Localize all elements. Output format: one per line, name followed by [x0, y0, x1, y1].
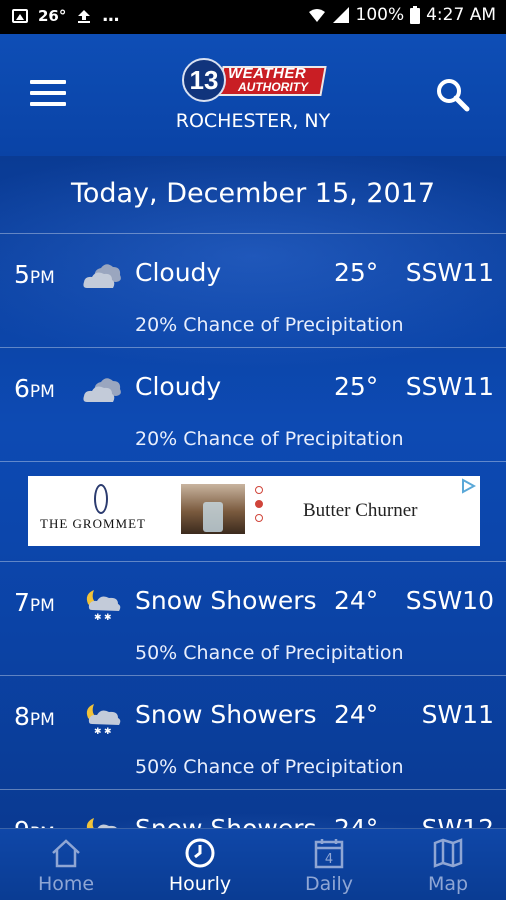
hour-condition: Snow Showers — [135, 700, 317, 729]
cloudy-icon — [83, 264, 121, 288]
svg-text:4: 4 — [325, 852, 333, 867]
hour-wind: SSW11 — [405, 372, 494, 401]
hour-precipitation: 50% Chance of Precipitation — [135, 756, 404, 778]
grommet-logo-icon — [94, 484, 108, 514]
svg-text:✱: ✱ — [104, 613, 112, 622]
hour-row[interactable]: 9PM Snow Showers 24° SW12 — [0, 790, 506, 828]
ad-image-jar — [203, 502, 223, 532]
hour-time: 8PM — [14, 702, 55, 731]
snow-showers-night-icon: ✱ ✱ — [86, 704, 121, 736]
battery-percent: 100% — [355, 5, 405, 25]
ad-carousel-dots — [255, 486, 265, 528]
hour-wind: SSW11 — [405, 258, 494, 287]
date-label: Today, December 15, 2017 — [70, 178, 436, 209]
tab-home[interactable]: Home — [3, 829, 129, 900]
weather-authority-logo: 13 WEATHER AUTHORITY — [182, 58, 327, 104]
status-time: 4:27 AM — [426, 5, 496, 25]
map-icon — [433, 838, 463, 868]
hour-time: 6PM — [14, 374, 55, 403]
hour-time: 5PM — [14, 260, 55, 289]
hour-temperature: 25° — [334, 372, 379, 401]
hourly-forecast-list[interactable]: Today, December 15, 2017 5PM Cloudy 25° … — [0, 156, 506, 828]
hour-wind: SW11 — [421, 700, 494, 729]
search-icon[interactable] — [436, 78, 470, 112]
tab-hourly[interactable]: Hourly — [137, 829, 263, 900]
tab-label: Daily — [304, 873, 354, 895]
snow-showers-night-icon — [86, 818, 117, 828]
tab-label: Home — [37, 873, 95, 895]
hour-wind: SW12 — [422, 814, 494, 828]
hour-temperature: 24° — [334, 700, 379, 729]
signal-icon — [332, 7, 349, 23]
upload-icon — [78, 10, 91, 23]
status-more: … — [102, 6, 120, 26]
svg-text:✱: ✱ — [104, 727, 112, 736]
location-label: ROCHESTER, NY — [175, 110, 331, 132]
adchoices-icon[interactable] — [460, 478, 476, 494]
tab-map[interactable]: Map — [385, 829, 506, 900]
bottom-tab-bar: Home Hourly 4 Daily Map — [0, 828, 506, 900]
ad-brand: THE GROMMET — [40, 516, 146, 531]
tab-label: Map — [427, 873, 469, 895]
hour-row[interactable]: 7PM ✱ ✱ Snow Showers 24° SSW10 50% Chanc… — [0, 562, 506, 676]
hour-row[interactable]: 6PM Cloudy 25° SSW11 20% Chance of Preci… — [0, 348, 506, 462]
snow-showers-night-icon: ✱ ✱ — [86, 590, 121, 622]
svg-text:✱: ✱ — [94, 727, 102, 736]
hour-time: 7PM — [14, 588, 55, 617]
calendar-icon: 4 — [314, 839, 344, 869]
date-header: Today, December 15, 2017 — [0, 156, 506, 234]
ad-banner[interactable]: THE GROMMET Butter Churner — [28, 476, 480, 546]
hamburger-menu-icon[interactable] — [30, 80, 66, 108]
hour-precipitation: 50% Chance of Precipitation — [135, 642, 404, 664]
clock-icon — [185, 838, 215, 868]
hour-precipitation: 20% Chance of Precipitation — [135, 314, 404, 336]
wifi-icon — [308, 9, 325, 22]
hour-time: 9PM — [14, 816, 55, 828]
tab-label: Hourly — [168, 873, 232, 895]
hour-row[interactable]: 8PM ✱ ✱ Snow Showers 24° SW11 50% Chance… — [0, 676, 506, 790]
hour-precipitation: 20% Chance of Precipitation — [135, 428, 404, 450]
svg-text:✱: ✱ — [94, 613, 102, 622]
hour-temperature: 24° — [334, 814, 378, 828]
hour-condition: Cloudy — [135, 372, 222, 401]
hour-temperature: 24° — [334, 586, 379, 615]
hour-condition: Snow Showers — [135, 814, 317, 828]
hour-condition: Snow Showers — [135, 586, 317, 615]
status-bar: 26° … 100% 4:27 AM — [0, 0, 506, 34]
tab-daily[interactable]: 4 Daily — [266, 829, 392, 900]
hour-row[interactable]: 5PM Cloudy 25° SSW11 20% Chance of Preci… — [0, 234, 506, 348]
battery-icon — [410, 6, 421, 24]
hour-wind: SSW10 — [405, 586, 494, 615]
app-header: 13 WEATHER AUTHORITY ROCHESTER, NY — [0, 34, 506, 156]
status-temperature: 26° — [38, 7, 67, 25]
cloudy-icon — [83, 378, 121, 402]
hour-condition: Cloudy — [135, 258, 222, 287]
ad-title: Butter Churner — [303, 500, 418, 521]
hour-temperature: 25° — [334, 258, 379, 287]
image-notification-icon — [12, 9, 28, 23]
home-icon — [52, 839, 80, 868]
